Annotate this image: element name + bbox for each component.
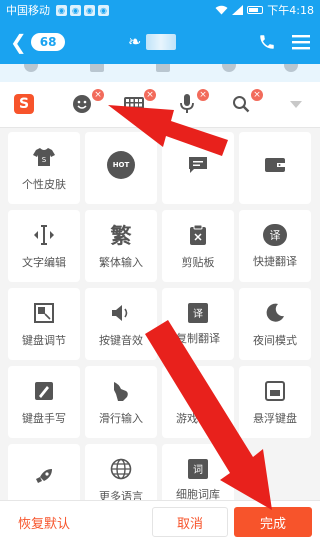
app-notification-icon: ◉ xyxy=(98,4,109,16)
cell-dict-glyph: 词 xyxy=(193,465,203,476)
resize-icon xyxy=(32,301,56,325)
tile-label: 键盘调节 xyxy=(22,333,66,347)
microphone-icon xyxy=(180,94,194,113)
tile-chat[interactable] xyxy=(162,132,234,204)
tile-wallet[interactable] xyxy=(239,132,311,204)
swipe-hand-icon xyxy=(109,379,133,403)
tile-label: 悬浮键盘 xyxy=(253,411,297,425)
handwriting-icon xyxy=(32,379,56,403)
app-notification-icon: ◉ xyxy=(56,4,67,16)
traditional-char-icon: 繁 xyxy=(109,223,133,248)
menu-icon[interactable] xyxy=(292,34,310,50)
tile-label: 复制翻译 xyxy=(176,331,220,345)
app-notification-icon: ◉ xyxy=(84,4,95,16)
tile-label: 夜间模式 xyxy=(253,333,297,347)
wifi-icon xyxy=(215,5,228,15)
remove-keyboard-button[interactable]: × xyxy=(144,89,156,101)
tile-label: 文字编辑 xyxy=(22,255,66,269)
notification-icons: ◉ ◉ ◉ ◉ xyxy=(56,4,109,16)
contact-name-redacted xyxy=(146,34,176,50)
tile-label: 滑行输入 xyxy=(99,411,143,425)
tile-label: 剪贴板 xyxy=(181,255,215,269)
tile-clipboard[interactable]: 剪贴板 xyxy=(162,210,234,282)
emoji-tool-icon[interactable] xyxy=(222,64,236,72)
earpiece-icon: ❧ xyxy=(128,32,142,51)
smiley-icon xyxy=(73,95,91,113)
keyboard-toolbar: S × × × × xyxy=(0,82,320,128)
keyboard-icon xyxy=(124,97,144,111)
clipboard-icon xyxy=(186,223,210,247)
wallet-icon xyxy=(263,153,287,177)
globe-icon xyxy=(109,457,133,481)
unread-count-badge: 68 xyxy=(30,33,66,51)
tile-floating-keyboard[interactable]: 悬浮键盘 xyxy=(239,366,311,438)
tile-keyboard-adjust[interactable]: 键盘调节 xyxy=(8,288,80,360)
chat-bubble-icon xyxy=(186,153,210,177)
carrier-name: 中国移动 xyxy=(6,4,50,17)
tile-swipe-input[interactable]: 滑行输入 xyxy=(85,366,157,438)
remove-voice-button[interactable]: × xyxy=(197,89,209,101)
hot-glyph: HOT xyxy=(112,160,130,169)
status-bar: 中国移动 ◉ ◉ ◉ ◉ 下午4:18 xyxy=(0,0,320,20)
tile-label: 繁体输入 xyxy=(99,255,143,269)
image-tool-icon[interactable] xyxy=(90,64,104,72)
tshirt-icon: S xyxy=(32,145,56,169)
tile-traditional[interactable]: 繁 繁体输入 xyxy=(85,210,157,282)
toolbar-emoji-item[interactable]: × xyxy=(70,89,104,116)
app-notification-icon: ◉ xyxy=(70,4,81,16)
voice-tool-icon[interactable] xyxy=(24,64,38,72)
tile-copy-translate[interactable]: 译 复制翻译 xyxy=(162,288,234,360)
traditional-glyph: 繁 xyxy=(110,223,132,248)
tile-key-sound[interactable]: 按键音效 xyxy=(85,288,157,360)
tile-handwriting[interactable]: 键盘手写 xyxy=(8,366,80,438)
done-button[interactable]: 完成 xyxy=(234,507,312,537)
bottom-action-bar: 恢复默认 取消 完成 xyxy=(0,500,320,540)
tile-game-keyboard[interactable]: 游戏键盘 xyxy=(162,366,234,438)
search-icon xyxy=(233,96,250,113)
status-time: 下午4:18 xyxy=(267,4,314,17)
tile-quick-translate[interactable]: 译 快捷翻译 xyxy=(239,210,311,282)
collapse-arrow-icon[interactable] xyxy=(290,101,302,108)
chat-title-bar: ❮ 68 ❧ xyxy=(0,20,320,64)
tile-label: 游戏键盘 xyxy=(176,411,220,425)
chat-tool-row xyxy=(0,64,320,82)
cancel-button[interactable]: 取消 xyxy=(152,507,228,537)
tile-label: 按键音效 xyxy=(99,333,143,347)
tile-label: 快捷翻译 xyxy=(253,254,297,268)
translate-glyph: 译 xyxy=(269,228,281,242)
feature-grid: S 个性皮肤 HOT 文字编辑 繁 繁体输入 剪贴板 译 快捷翻译 键盘调节 按… xyxy=(8,132,312,516)
battery-icon xyxy=(247,6,264,14)
toolbar-search-item[interactable]: × xyxy=(229,89,263,116)
cell-dict-icon: 词 xyxy=(188,458,208,479)
back-button[interactable]: ❮ 68 xyxy=(10,30,66,54)
game-keyboard-icon xyxy=(186,379,210,403)
tile-skin[interactable]: S 个性皮肤 xyxy=(8,132,80,204)
signal-icon xyxy=(232,5,244,15)
tile-label: 键盘手写 xyxy=(22,411,66,425)
restore-default-button[interactable]: 恢复默认 xyxy=(18,513,70,532)
hot-icon: HOT xyxy=(107,150,135,179)
copy-translate-glyph: 译 xyxy=(193,309,203,320)
phone-icon[interactable] xyxy=(258,33,276,51)
copy-translate-icon: 译 xyxy=(188,302,208,323)
chevron-left-icon: ❮ xyxy=(10,30,27,54)
rocket-icon xyxy=(32,465,56,489)
remove-search-button[interactable]: × xyxy=(251,89,263,101)
floating-keyboard-icon xyxy=(263,379,287,403)
translate-bubble-icon: 译 xyxy=(263,223,287,246)
svg-text:S: S xyxy=(42,156,47,164)
tile-text-edit[interactable]: 文字编辑 xyxy=(8,210,80,282)
remove-emoji-button[interactable]: × xyxy=(92,89,104,101)
sogou-logo-icon[interactable]: S xyxy=(14,94,34,114)
moon-icon xyxy=(263,301,287,325)
toolbar-voice-item[interactable]: × xyxy=(175,89,209,116)
tile-night-mode[interactable]: 夜间模式 xyxy=(239,288,311,360)
plus-tool-icon[interactable] xyxy=(284,64,298,72)
camera-tool-icon[interactable] xyxy=(156,64,170,72)
text-cursor-icon xyxy=(32,223,56,247)
tile-hot[interactable]: HOT xyxy=(85,132,157,204)
tile-label: 个性皮肤 xyxy=(22,177,66,191)
speaker-icon xyxy=(109,301,133,325)
toolbar-keyboard-item[interactable]: × xyxy=(122,89,156,116)
